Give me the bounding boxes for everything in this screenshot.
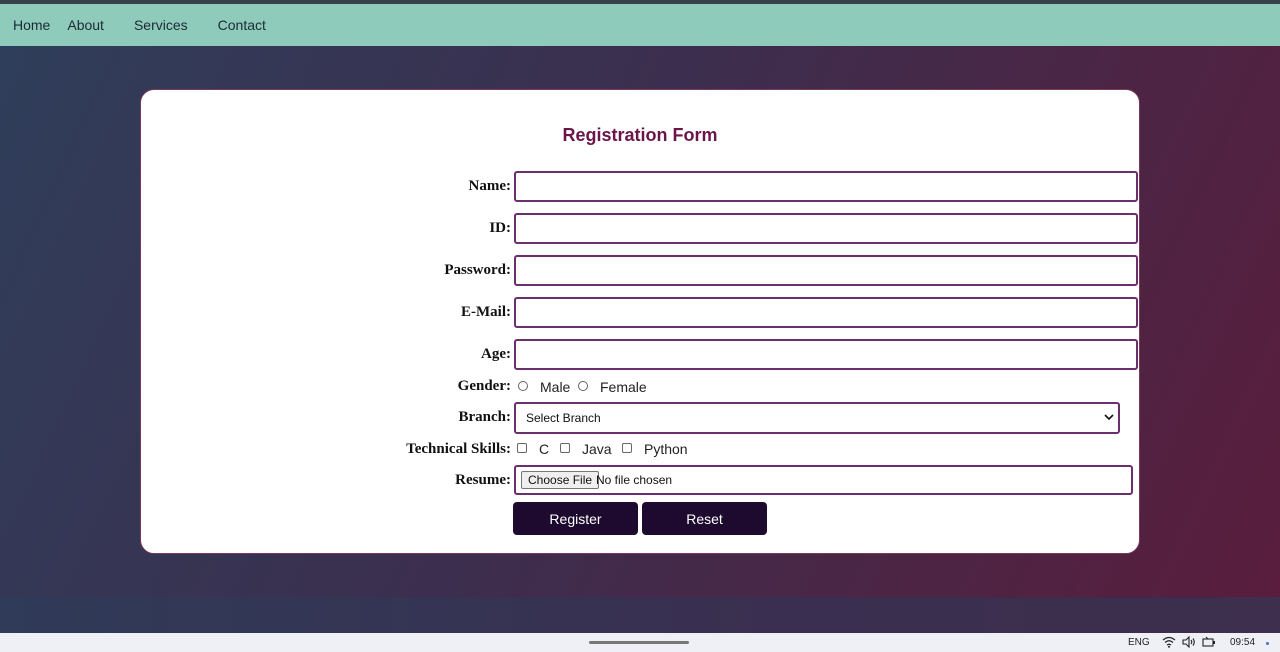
language-indicator[interactable]: ENG	[1128, 637, 1150, 648]
id-input[interactable]	[514, 213, 1138, 244]
password-label: Password:	[444, 262, 511, 278]
page-footer-band	[0, 597, 1280, 633]
navbar: Home About Services Contact	[0, 4, 1280, 46]
file-status-text: No file chosen	[596, 473, 673, 487]
id-label: ID:	[489, 220, 511, 236]
skill-java-label: Java	[582, 441, 612, 457]
resume-label: Resume:	[455, 472, 511, 488]
password-input[interactable]	[514, 255, 1138, 286]
battery-icon[interactable]	[1202, 636, 1216, 648]
age-input[interactable]	[514, 339, 1138, 370]
skills-label: Technical Skills:	[406, 441, 511, 457]
gender-male-label: Male	[540, 379, 571, 395]
email-input[interactable]	[514, 297, 1138, 328]
reset-button[interactable]: Reset	[642, 502, 767, 535]
branch-select[interactable]: Select Branch	[514, 402, 1120, 434]
volume-icon[interactable]	[1182, 636, 1196, 648]
nav-about-link[interactable]: About	[67, 17, 104, 33]
name-input[interactable]	[514, 171, 1138, 202]
nav-contact-link[interactable]: Contact	[218, 17, 266, 33]
home-indicator[interactable]	[589, 641, 689, 644]
gender-male-radio[interactable]	[518, 381, 528, 391]
resume-file-input[interactable]: Choose File No file chosen	[514, 465, 1133, 495]
branch-select-value: Select Branch	[526, 411, 601, 425]
skill-python-checkbox[interactable]	[622, 443, 632, 453]
email-label: E-Mail:	[461, 304, 511, 320]
choose-file-button[interactable]: Choose File	[521, 471, 600, 489]
wifi-icon[interactable]	[1162, 636, 1176, 648]
nav-home-link[interactable]: Home	[13, 17, 50, 33]
chevron-down-icon	[1104, 414, 1114, 421]
clock[interactable]: 09:54	[1230, 637, 1255, 648]
skill-c-checkbox[interactable]	[517, 443, 527, 453]
taskbar: ENG 09:54	[0, 633, 1280, 652]
notification-dot	[1266, 642, 1269, 645]
age-label: Age:	[481, 346, 511, 362]
gender-label: Gender:	[457, 378, 511, 394]
gender-female-label: Female	[600, 379, 647, 395]
nav-services-link[interactable]: Services	[134, 17, 188, 33]
register-button[interactable]: Register	[513, 502, 638, 535]
branch-label: Branch:	[458, 409, 512, 425]
skill-java-checkbox[interactable]	[560, 443, 570, 453]
gender-female-radio[interactable]	[578, 381, 588, 391]
name-label: Name:	[468, 178, 511, 194]
skill-python-label: Python	[644, 441, 688, 457]
form-title: Registration Form	[562, 125, 718, 145]
skill-c-label: C	[539, 441, 550, 457]
